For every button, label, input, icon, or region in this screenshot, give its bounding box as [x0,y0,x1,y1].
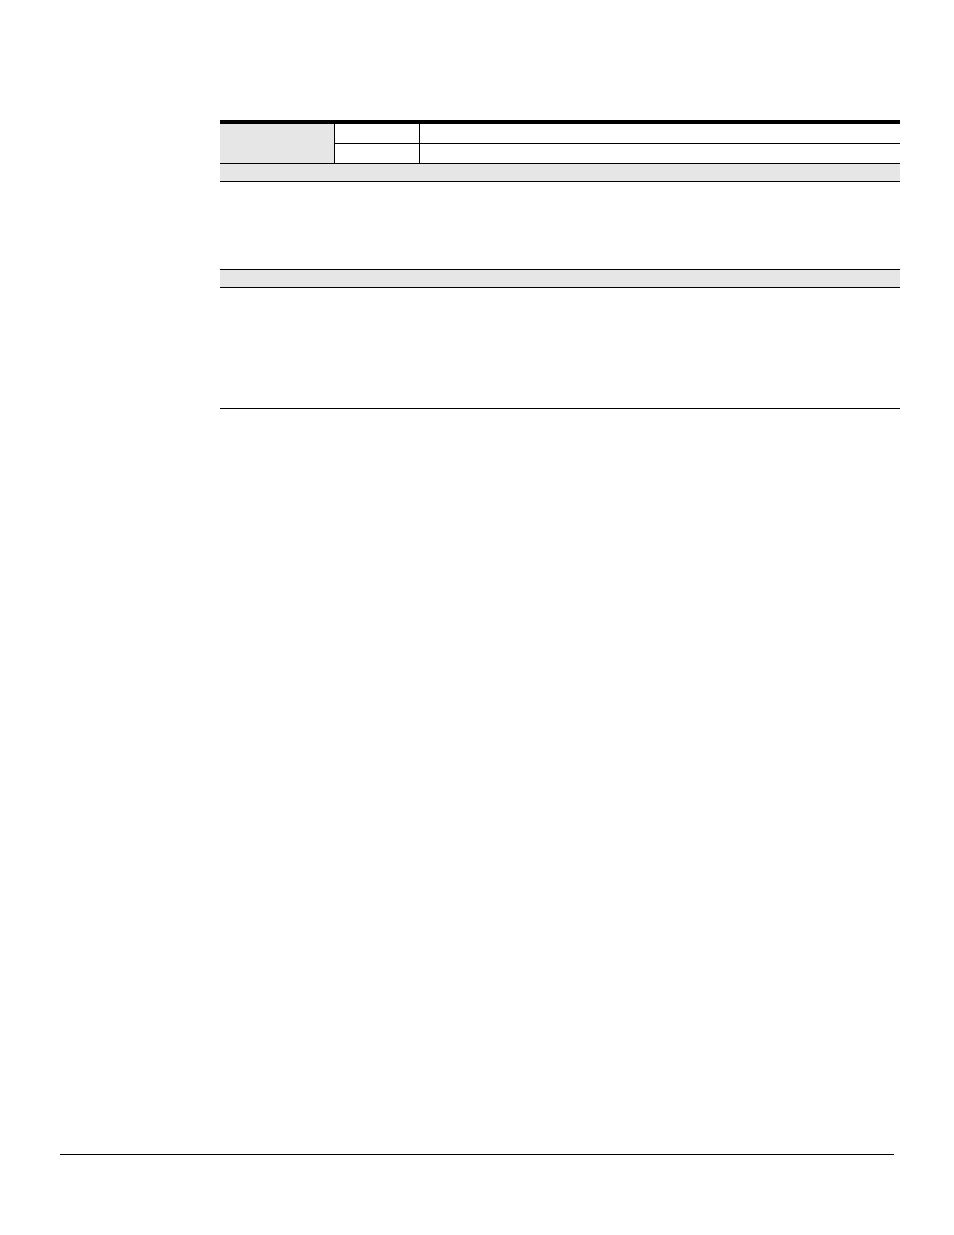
table-header-right [335,124,900,164]
table-header-mid-cell1 [335,124,420,143]
table-header-row [220,124,900,164]
content-block [220,120,900,409]
section-band-2 [220,270,900,288]
table-header-row1 [335,124,900,144]
section-band-1 [220,164,900,182]
table-header-row2 [335,144,900,164]
table-header-mid-cell2 [335,144,420,163]
footer-rule [60,1154,894,1155]
table-header-left-cell [220,124,335,164]
table-header-right-cell2 [420,144,900,163]
table-header-right-cell1 [420,124,900,143]
section-body-1 [220,182,900,270]
document-page [0,0,954,1235]
data-table [220,120,900,409]
section-body-2 [220,288,900,408]
